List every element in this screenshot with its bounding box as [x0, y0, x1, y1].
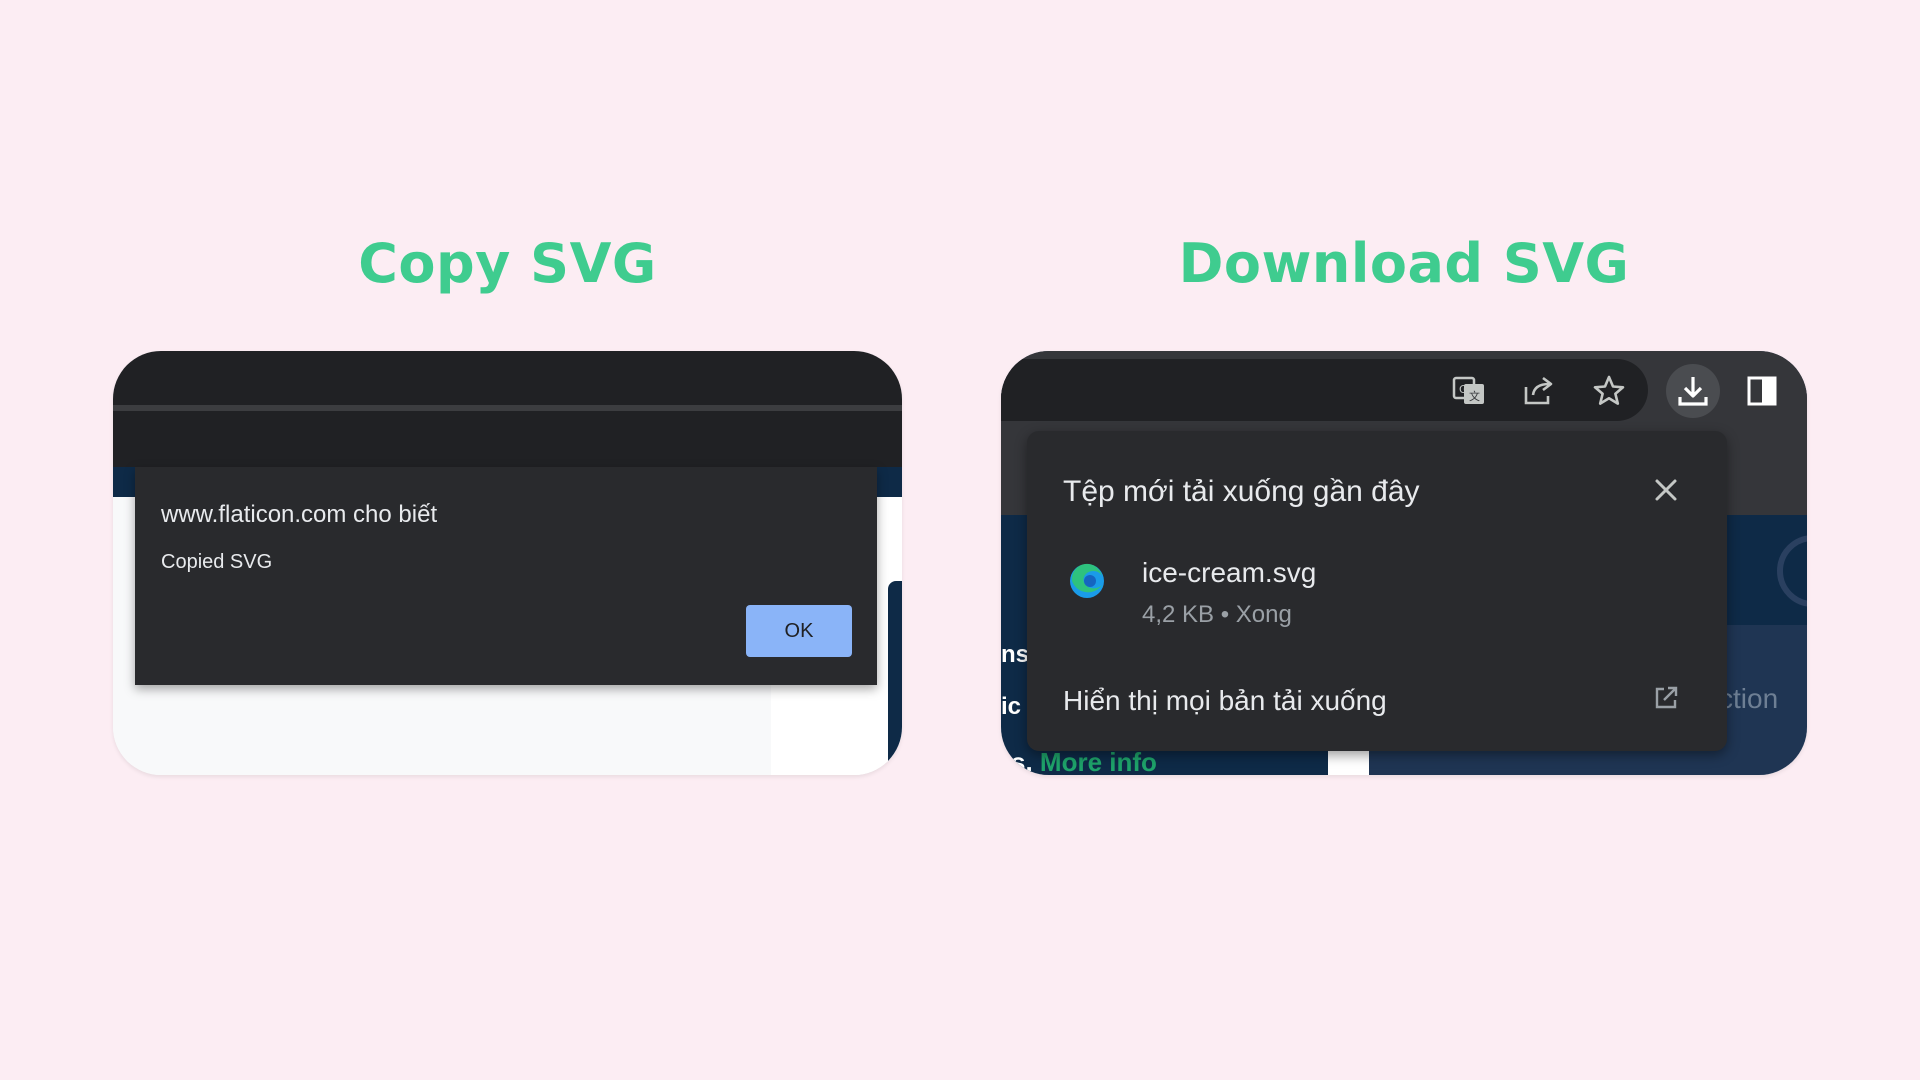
- page-text-fragment: s.: [1011, 747, 1033, 775]
- edge-browser-icon: [1070, 563, 1104, 598]
- more-info-label: More info: [1039, 747, 1157, 775]
- browser-tabstrip: [113, 351, 902, 405]
- downloads-bubble: Tệp mới tải xuống gần đây ice-cream.svg …: [1027, 431, 1727, 751]
- alert-dialog: www.flaticon.com cho biết Copied SVG OK: [135, 467, 877, 685]
- copy-svg-screenshot: www.flaticon.com cho biết Copied SVG OK: [113, 351, 902, 775]
- page-text-fragment: ns: [1001, 641, 1030, 668]
- page-text-fragment: ic: [1001, 693, 1022, 720]
- alert-message: Copied SVG: [161, 551, 273, 573]
- close-icon[interactable]: [1651, 475, 1681, 505]
- open-external-icon[interactable]: [1651, 683, 1681, 713]
- download-svg-screenshot: ns ic s. More info ction G 文 Tệp mới tải…: [1001, 351, 1807, 775]
- download-svg-heading: Download SVG: [1178, 232, 1630, 295]
- svg-text:文: 文: [1469, 389, 1480, 403]
- show-all-downloads-link[interactable]: Hiển thị mọi bản tải xuống: [1063, 685, 1387, 717]
- svg-text:G: G: [1459, 383, 1468, 396]
- ok-button[interactable]: OK: [746, 605, 852, 657]
- download-file-meta: 4,2 KB • Xong: [1142, 601, 1292, 628]
- page-sidebar-edge: [888, 581, 902, 775]
- translate-icon[interactable]: G 文: [1451, 373, 1487, 409]
- download-icon[interactable]: [1675, 373, 1711, 409]
- more-info-link[interactable]: s. More info: [1011, 747, 1157, 775]
- page-text-fragment: ction: [1719, 683, 1779, 714]
- downloads-title: Tệp mới tải xuống gần đây: [1063, 475, 1420, 508]
- download-filename: ice-cream.svg: [1142, 557, 1317, 588]
- alert-title: www.flaticon.com cho biết: [161, 501, 438, 528]
- share-icon[interactable]: [1521, 373, 1557, 409]
- copy-svg-heading: Copy SVG: [358, 232, 657, 295]
- side-panel-icon[interactable]: [1744, 373, 1780, 409]
- browser-toolbar: [113, 411, 902, 467]
- star-icon[interactable]: [1591, 373, 1627, 409]
